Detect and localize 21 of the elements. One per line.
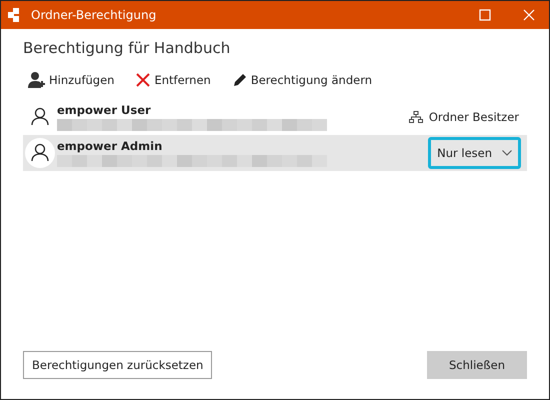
dialog-heading: Berechtigung für Handbuch	[23, 39, 232, 57]
owner-label: Ordner Besitzer	[428, 110, 519, 124]
edit-button[interactable]: Berechtigung ändern	[228, 69, 376, 91]
maximize-icon[interactable]	[479, 9, 491, 21]
chevron-down-icon	[502, 150, 512, 156]
user-avatar-icon	[25, 138, 55, 168]
user-row[interactable]: empower Admin Nur lesen	[23, 135, 527, 171]
window-title: Ordner-Berechtigung	[31, 8, 156, 22]
user-add-icon	[27, 71, 45, 89]
pencil-icon	[232, 73, 247, 87]
user-name: empower Admin	[57, 139, 164, 153]
close-button[interactable]: Schließen	[427, 351, 527, 379]
user-name: empower User	[57, 103, 152, 117]
remove-button[interactable]: Entfernen	[132, 69, 215, 91]
add-user-button[interactable]: Hinzufügen	[23, 69, 118, 91]
permission-dropdown[interactable]: Nur lesen	[428, 137, 521, 169]
reset-button[interactable]: Berechtigungen zurücksetzen	[23, 351, 212, 379]
cross-icon	[136, 73, 150, 87]
hierarchy-icon	[408, 111, 423, 123]
close-icon[interactable]	[523, 9, 535, 21]
user-row[interactable]: empower User Ordner Besitzer	[23, 99, 527, 135]
